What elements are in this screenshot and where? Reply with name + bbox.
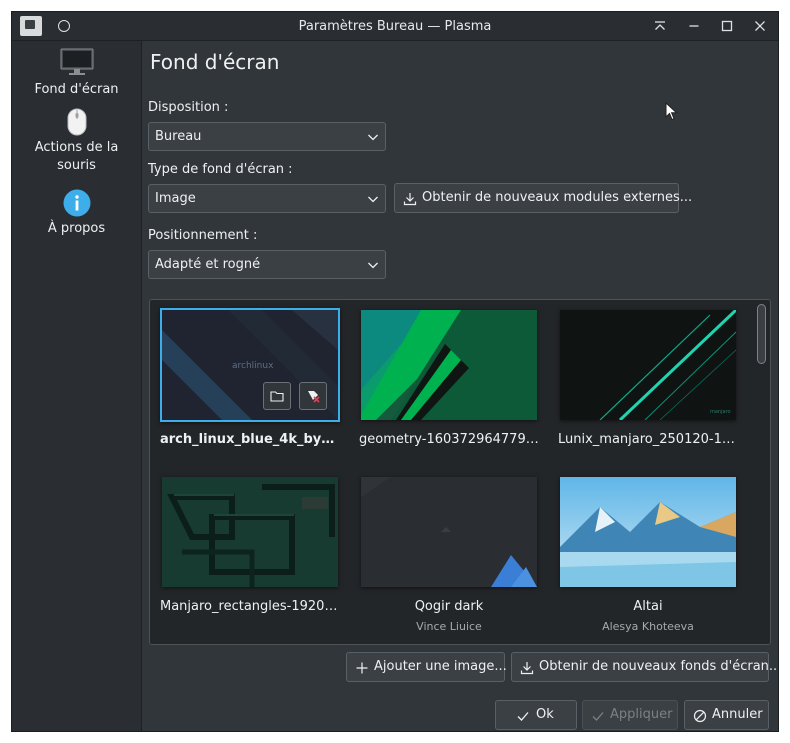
page-title: Fond d'écran: [150, 50, 280, 74]
download-icon: [403, 193, 417, 206]
thumb-watermark-arch: archlinux: [232, 361, 274, 371]
wallpaper-name: Qogir dark: [414, 599, 484, 614]
delete-icon: [308, 391, 320, 403]
get-new-wallpapers-button[interactable]: Obtenir de nouveaux fonds d'écran...: [511, 652, 778, 682]
sidebar-item-mouse-actions[interactable]: Actions de la souris: [12, 107, 141, 175]
sidebar-item-label: Fond d'écran: [34, 82, 119, 97]
layout-combo-value: Bureau: [155, 129, 202, 144]
wallpaper-thumbnail: [361, 310, 537, 420]
apply-button[interactable]: Appliquer: [582, 700, 678, 730]
wallpaper-name: arch_linux_blue_4k_by_hy...: [160, 432, 340, 447]
wallpaper-tile[interactable]: Manjaro_rectangles-1920x1...: [160, 475, 340, 641]
info-icon: [63, 189, 90, 217]
wallpaper-author: Alesya Khoteeva: [602, 620, 694, 633]
thumb-watermark-manjaro: manjaro: [710, 409, 731, 415]
maximize-icon[interactable]: [717, 16, 737, 36]
sidebar-item-about[interactable]: À propos: [12, 188, 141, 238]
wallpaper-type-label: Type de fond d'écran :: [148, 162, 293, 177]
wallpaper-type-value: Image: [155, 191, 196, 206]
wallpaper-thumbnail: [162, 477, 338, 587]
wallpaper-thumbnail: manjaro: [560, 310, 736, 420]
ok-label: Ok: [536, 707, 554, 722]
wallpaper-tile[interactable]: geometry-1603729647794-...: [359, 308, 539, 474]
gallery-scrollbar[interactable]: [757, 304, 766, 630]
sidebar-item-wallpaper[interactable]: Fond d'écran: [12, 47, 141, 99]
positioning-label: Positionnement :: [148, 228, 258, 243]
close-icon[interactable]: [750, 16, 770, 36]
layout-label: Disposition :: [148, 100, 229, 115]
wallpaper-type-combo[interactable]: Image: [148, 184, 386, 213]
chevron-down-icon: [368, 134, 378, 141]
ok-button[interactable]: Ok: [495, 700, 577, 730]
wallpaper-gallery[interactable]: archlinux arch_linux_blue_4k_by_hy... ge…: [149, 299, 771, 645]
sidebar-item-label: À propos: [47, 221, 106, 236]
scrollbar-handle[interactable]: [757, 304, 766, 364]
mouse-pointer-icon: [665, 102, 678, 121]
wallpaper-thumbnail: [361, 477, 537, 587]
open-folder-button[interactable]: [263, 382, 291, 410]
wallpaper-name: Manjaro_rectangles-1920x1...: [160, 599, 340, 614]
wallpaper-thumbnail: [560, 477, 736, 587]
wallpaper-tile[interactable]: archlinux arch_linux_blue_4k_by_hy...: [160, 308, 340, 474]
positioning-combo[interactable]: Adapté et rogné: [148, 250, 386, 279]
check-icon: [592, 712, 604, 721]
wallpaper-name: Altai: [633, 599, 663, 614]
chevron-down-icon: [368, 196, 378, 203]
add-image-button[interactable]: Ajouter une image...: [346, 652, 507, 682]
download-icon: [520, 662, 534, 675]
minimize-icon[interactable]: [684, 16, 704, 36]
mouse-icon: [67, 108, 86, 136]
wallpaper-name: geometry-1603729647794-...: [359, 432, 539, 447]
plus-icon: [356, 662, 368, 674]
apply-label: Appliquer: [610, 707, 673, 722]
wallpaper-tile[interactable]: manjaro Lunix_manjaro_250120-192...: [558, 308, 738, 474]
monitor-icon: [60, 48, 93, 75]
wallpaper-author: Vince Liuice: [416, 620, 482, 633]
get-new-plugins-label: Obtenir de nouveaux modules externes...: [422, 190, 693, 205]
keep-above-icon[interactable]: [650, 16, 670, 36]
cancel-icon: [693, 709, 707, 723]
get-new-wallpapers-label: Obtenir de nouveaux fonds d'écran...: [539, 659, 779, 674]
chevron-down-icon: [368, 262, 378, 269]
layout-combo[interactable]: Bureau: [148, 122, 386, 151]
main-content: Fond d'écran Disposition : Bureau Type d…: [142, 41, 778, 731]
settings-window: Paramètres Bureau — Plasma Fond d'écran: [11, 11, 779, 732]
wallpaper-name: Lunix_manjaro_250120-192...: [558, 432, 738, 447]
wallpaper-tile[interactable]: Altai Alesya Khoteeva: [558, 475, 738, 641]
positioning-combo-value: Adapté et rogné: [155, 257, 261, 272]
titlebar: Paramètres Bureau — Plasma: [12, 12, 778, 41]
get-new-plugins-button[interactable]: Obtenir de nouveaux modules externes...: [394, 183, 692, 213]
remove-wallpaper-button[interactable]: [299, 382, 327, 410]
sidebar-item-label: Actions de la souris: [34, 140, 119, 173]
sidebar: Fond d'écran Actions de la souris À prop…: [12, 41, 142, 731]
cancel-button[interactable]: Annuler: [684, 700, 769, 730]
check-icon: [517, 712, 529, 721]
cancel-label: Annuler: [712, 707, 763, 722]
wallpaper-tile[interactable]: Qogir dark Vince Liuice: [359, 475, 539, 641]
folder-icon: [270, 391, 284, 402]
add-image-label: Ajouter une image...: [374, 659, 507, 674]
